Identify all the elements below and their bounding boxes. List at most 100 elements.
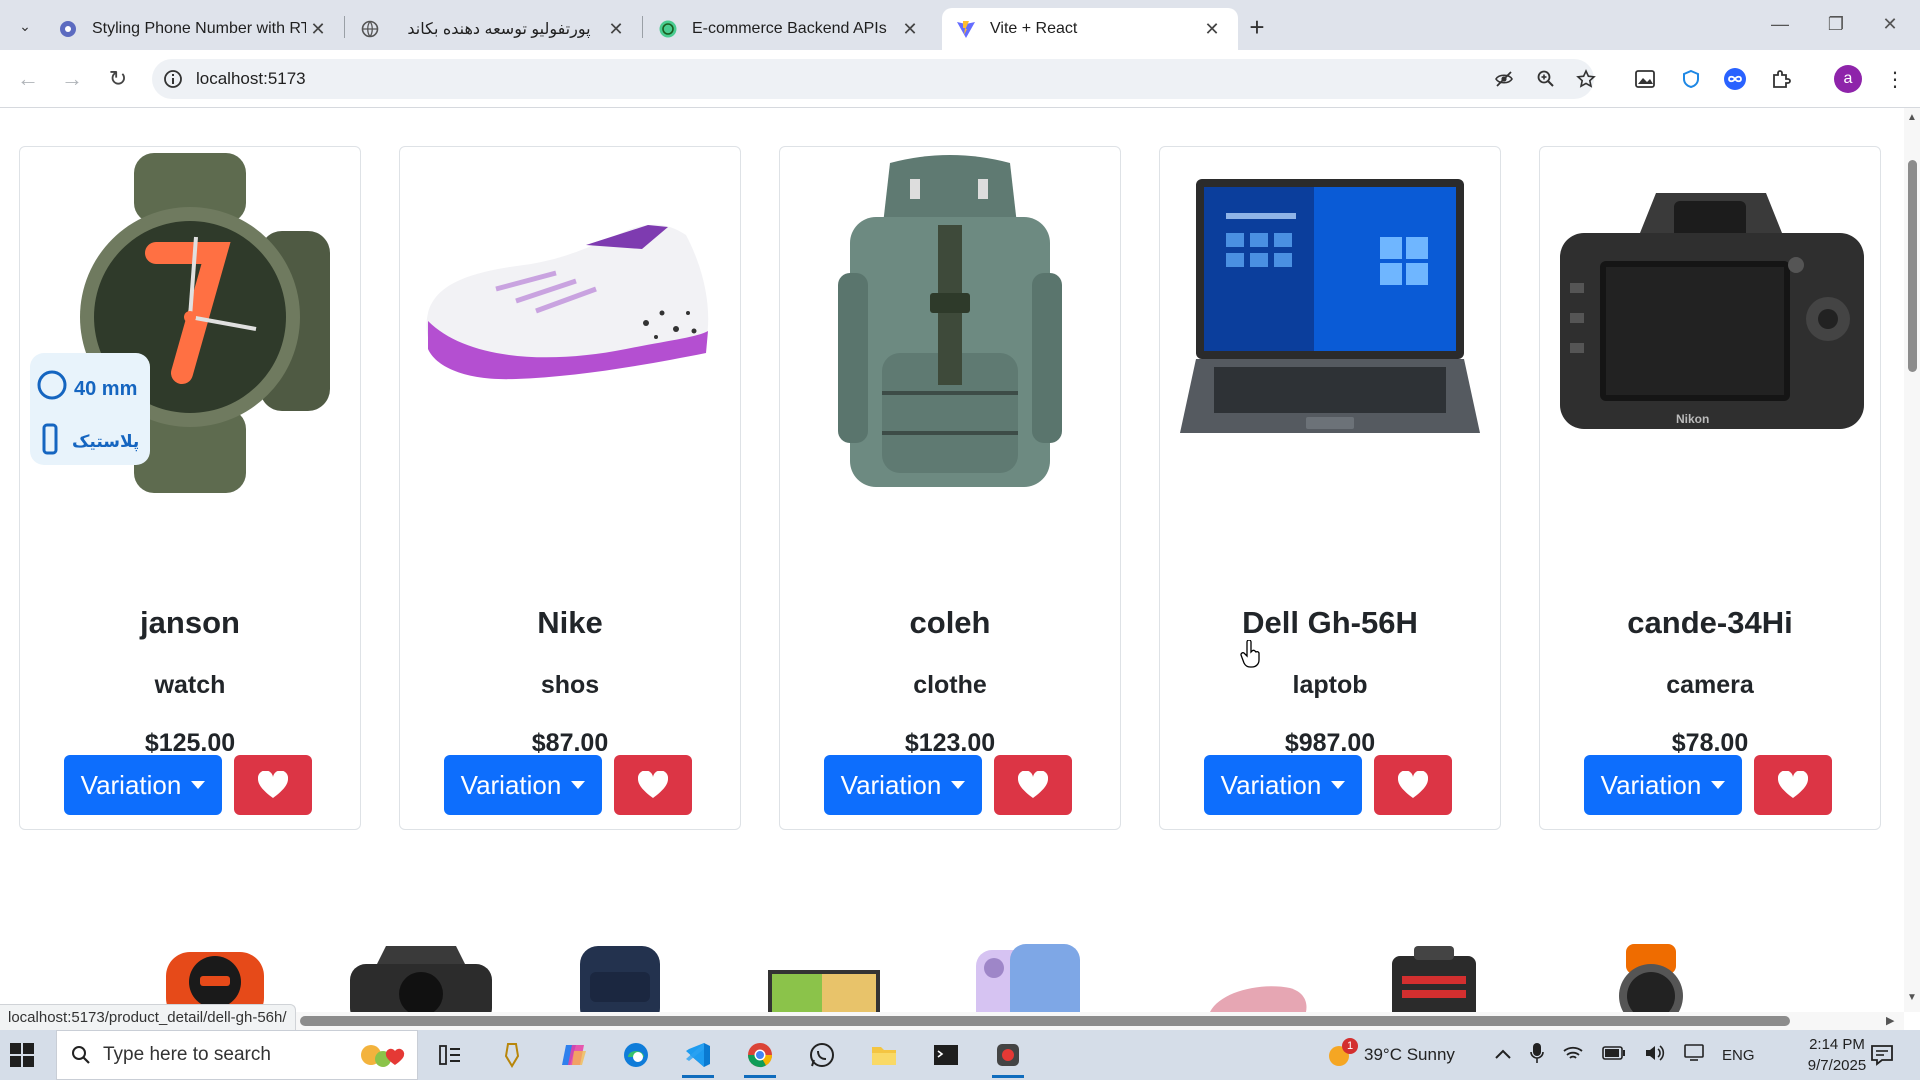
product-image[interactable] — [1166, 153, 1494, 493]
product-category: clothe — [913, 671, 987, 699]
taskbar-search-input[interactable]: Type here to search — [56, 1030, 418, 1080]
product-card[interactable]: Nikon cande-34Hi camera $78.00 Variation — [1539, 146, 1881, 830]
product-thumbnail[interactable] — [570, 942, 670, 1012]
menu-kebab-icon[interactable]: ⋮ — [1880, 64, 1910, 94]
weather-badge: 1 — [1342, 1038, 1358, 1054]
product-thumbnail[interactable] — [160, 942, 270, 1012]
new-tab-button[interactable]: + — [1240, 10, 1274, 44]
zoom-icon[interactable] — [1532, 68, 1560, 90]
product-image[interactable]: 40 mm پلاستیک — [26, 153, 354, 493]
tab-ecommerce-apis[interactable]: E-commerce Backend APIs ✕ — [644, 8, 936, 50]
profile-avatar[interactable]: a — [1834, 65, 1862, 93]
edge-browser-icon[interactable] — [616, 1038, 656, 1072]
site-info-icon[interactable] — [162, 68, 184, 90]
recorder-app-icon[interactable] — [988, 1038, 1028, 1078]
product-card[interactable]: Nike shos $87.00 Variation — [399, 146, 741, 830]
variation-dropdown-button[interactable]: Variation — [1204, 755, 1362, 815]
bookmark-star-icon[interactable] — [1572, 68, 1600, 90]
restore-button[interactable]: ❐ — [1808, 6, 1864, 42]
hand-cursor-icon — [1240, 639, 1262, 668]
tab-close-icon[interactable]: ✕ — [306, 19, 330, 40]
file-explorer-icon[interactable] — [864, 1038, 904, 1072]
microphone-icon[interactable] — [1530, 1042, 1544, 1069]
eye-off-icon[interactable] — [1490, 68, 1518, 90]
tab-close-icon[interactable]: ✕ — [898, 19, 922, 40]
product-thumbnail[interactable] — [346, 942, 496, 1012]
variation-dropdown-button[interactable]: Variation — [64, 755, 222, 815]
chevron-up-icon[interactable] — [1494, 1045, 1512, 1065]
favorite-button[interactable] — [614, 755, 692, 815]
tab-portfolio[interactable]: پورتفولیو توسعه دهنده بکاند ✕ — [346, 8, 642, 50]
variation-dropdown-button[interactable]: Variation — [444, 755, 602, 815]
product-thumbnail[interactable] — [1596, 942, 1706, 1012]
favorite-button[interactable] — [994, 755, 1072, 815]
search-highlight-icon — [357, 1041, 407, 1077]
heart-icon — [1778, 771, 1808, 798]
minimize-button[interactable]: — — [1752, 6, 1808, 42]
caret-down-icon — [1331, 781, 1346, 789]
product-price: $987.00 — [1284, 729, 1376, 757]
volume-icon[interactable] — [1644, 1043, 1666, 1068]
product-thumbnail[interactable] — [1384, 942, 1484, 1012]
scrollbar-thumb[interactable] — [300, 1016, 1790, 1026]
sun-icon: 1 — [1324, 1038, 1358, 1070]
product-image[interactable] — [786, 153, 1114, 493]
scroll-down-icon[interactable]: ▼ — [1906, 992, 1918, 1003]
product-name[interactable]: Dell Gh-56H — [1160, 605, 1500, 641]
scrollbar-thumb[interactable] — [1908, 160, 1917, 372]
pen-app-icon[interactable] — [492, 1038, 532, 1072]
product-thumbnail[interactable] — [1200, 942, 1310, 1012]
terminal-icon[interactable] — [926, 1038, 966, 1072]
product-thumbnail[interactable] — [766, 942, 882, 1012]
product-card[interactable]: 40 mm پلاستیک janson watch $125.00 Varia… — [19, 146, 361, 830]
reload-button[interactable]: ↻ — [100, 62, 136, 96]
extensions-puzzle-icon[interactable] — [1766, 64, 1796, 94]
address-bar[interactable]: localhost:5173 — [152, 59, 1596, 99]
product-thumbnail[interactable] — [966, 942, 1086, 1012]
task-view-icon[interactable] — [430, 1038, 470, 1072]
forward-button[interactable]: → — [54, 62, 90, 96]
vertical-scrollbar[interactable]: ▲ ▼ — [1904, 108, 1920, 1012]
network-icon[interactable] — [1562, 1043, 1584, 1068]
favorite-button[interactable] — [1754, 755, 1832, 815]
tab-styling-phone[interactable]: Styling Phone Number with RTL ✕ — [44, 8, 344, 50]
variation-dropdown-button[interactable]: Variation — [1584, 755, 1742, 815]
vscode-icon[interactable] — [678, 1038, 718, 1078]
tab-search-button[interactable]: ⌄ — [10, 12, 40, 40]
close-window-button[interactable]: ✕ — [1862, 6, 1918, 42]
whatsapp-icon[interactable] — [802, 1038, 842, 1072]
language-indicator[interactable]: ENG — [1722, 1047, 1755, 1064]
favorite-button[interactable] — [1374, 755, 1452, 815]
display-icon[interactable] — [1684, 1043, 1704, 1067]
favorite-button[interactable] — [234, 755, 312, 815]
product-card[interactable]: coleh clothe $123.00 Variation — [779, 146, 1121, 830]
product-card[interactable]: Dell Gh-56H laptob $987.00 Variation — [1159, 146, 1501, 830]
product-name[interactable]: Nike — [400, 605, 740, 641]
scroll-right-icon[interactable]: ▶ — [1886, 1014, 1894, 1027]
windows-start-icon[interactable] — [10, 1043, 34, 1067]
tab-vite-react[interactable]: Vite + React ✕ — [942, 8, 1238, 50]
infinity-extension-icon[interactable] — [1720, 64, 1750, 94]
chrome-icon[interactable] — [740, 1038, 780, 1078]
tab-close-icon[interactable]: ✕ — [604, 19, 628, 40]
product-name[interactable]: cande-34Hi — [1540, 605, 1880, 641]
tab-title: Vite + React — [990, 20, 1078, 37]
variation-dropdown-button[interactable]: Variation — [824, 755, 982, 815]
notifications-icon[interactable] — [1862, 1038, 1902, 1072]
product-name[interactable]: coleh — [780, 605, 1120, 641]
heart-icon — [1018, 771, 1048, 798]
shield-extension-icon[interactable] — [1676, 64, 1706, 94]
image-extension-icon[interactable] — [1630, 64, 1660, 94]
tab-title: E-commerce Backend APIs — [692, 20, 887, 37]
scroll-up-icon[interactable]: ▲ — [1906, 112, 1918, 123]
product-image[interactable]: Nikon — [1546, 153, 1874, 493]
product-name[interactable]: janson — [20, 605, 360, 641]
weather-widget[interactable]: 1 39°C Sunny — [1324, 1030, 1455, 1080]
product-category: laptob — [1292, 671, 1368, 699]
product-image[interactable] — [406, 153, 734, 493]
tab-favicon-icon — [58, 19, 78, 39]
back-button[interactable]: ← — [10, 62, 46, 96]
battery-icon[interactable] — [1602, 1045, 1626, 1065]
tab-close-icon[interactable]: ✕ — [1200, 19, 1224, 40]
copilot-icon[interactable] — [554, 1038, 594, 1072]
